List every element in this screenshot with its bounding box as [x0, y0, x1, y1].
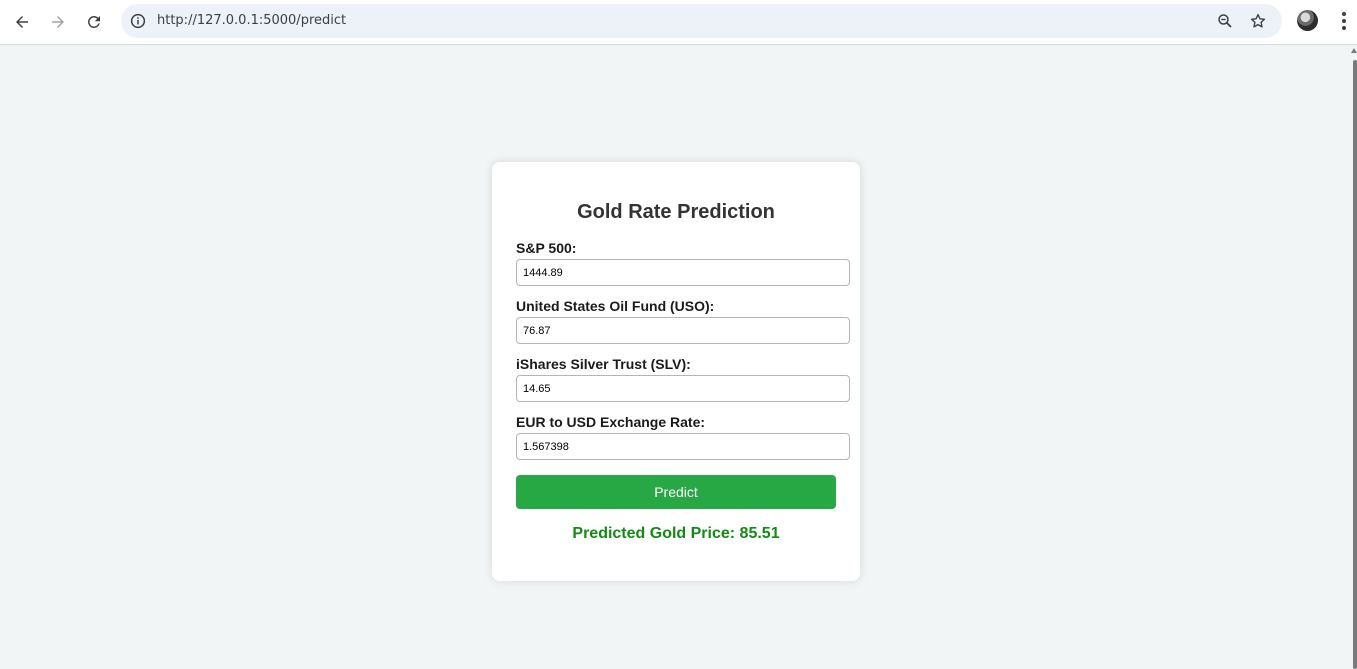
- eur-usd-label: EUR to USD Exchange Rate:: [516, 414, 706, 430]
- page-title: Gold Rate Prediction: [577, 201, 775, 223]
- bookmark-star-icon[interactable]: [1249, 12, 1267, 30]
- menu-icon[interactable]: [1334, 10, 1354, 32]
- forward-button[interactable]: [44, 8, 72, 36]
- reload-icon: [87, 15, 100, 28]
- scroll-up-arrow-icon[interactable]: [1351, 48, 1357, 53]
- zoom-icon[interactable]: [1216, 12, 1234, 30]
- sp500-label: S&P 500:: [516, 240, 577, 256]
- back-button[interactable]: [8, 8, 36, 36]
- eur-usd-input[interactable]: [516, 433, 850, 460]
- slv-label: iShares Silver Trust (SLV):: [516, 356, 691, 372]
- uso-label: United States Oil Fund (USO):: [516, 298, 715, 314]
- slv-input[interactable]: [516, 375, 850, 402]
- forward-icon: [52, 16, 64, 28]
- url-text[interactable]: http://127.0.0.1:5000/predict: [157, 13, 346, 28]
- back-icon: [16, 16, 28, 28]
- site-info-icon[interactable]: [129, 12, 147, 30]
- sp500-input[interactable]: [516, 259, 850, 286]
- reload-button[interactable]: [80, 8, 108, 36]
- uso-input[interactable]: [516, 317, 850, 344]
- browser-toolbar: http://127.0.0.1:5000/predict: [0, 0, 1357, 45]
- prediction-card: Gold Rate Prediction S&P 500: United Sta…: [492, 162, 860, 581]
- profile-avatar[interactable]: [1297, 10, 1318, 31]
- address-bar[interactable]: http://127.0.0.1:5000/predict: [121, 4, 1282, 38]
- predicted-price-result: Predicted Gold Price: 85.51: [572, 525, 780, 542]
- scrollbar-thumb[interactable]: [1353, 60, 1357, 669]
- predict-button[interactable]: Predict: [516, 475, 836, 509]
